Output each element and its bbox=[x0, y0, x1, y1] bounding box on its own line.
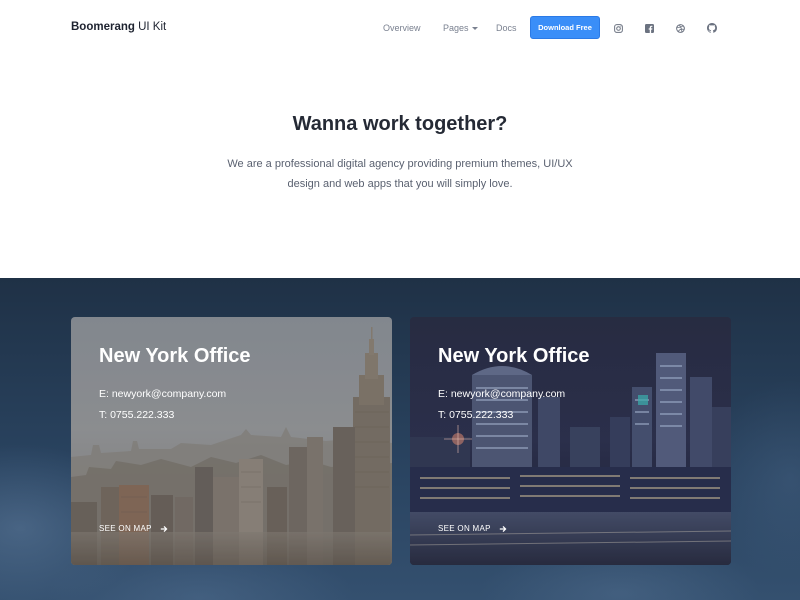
hero-description: We are a professional digital agency pro… bbox=[227, 158, 573, 190]
instagram-icon[interactable] bbox=[612, 22, 624, 34]
facebook-icon[interactable] bbox=[643, 22, 655, 34]
see-on-map-link[interactable]: SEE ON MAP bbox=[99, 524, 168, 533]
nav-pages-dropdown[interactable]: Pages bbox=[443, 23, 478, 33]
nav-docs[interactable]: Docs bbox=[496, 23, 517, 33]
office-phone: T: 0755.222.333 bbox=[438, 409, 514, 421]
office-phone: T: 0755.222.333 bbox=[99, 409, 175, 421]
nav-overview[interactable]: Overview bbox=[383, 23, 421, 33]
github-icon[interactable] bbox=[706, 22, 718, 34]
offices-section: New York Office E: newyork@company.com T… bbox=[0, 278, 800, 600]
office-title: New York Office bbox=[438, 345, 590, 367]
office-card[interactable]: New York Office E: newyork@company.com T… bbox=[410, 317, 731, 565]
dribbble-icon[interactable] bbox=[674, 22, 686, 34]
office-card[interactable]: New York Office E: newyork@company.com T… bbox=[71, 317, 392, 565]
nav-pages-label: Pages bbox=[443, 23, 469, 33]
see-on-map-label: SEE ON MAP bbox=[99, 524, 152, 533]
arrow-right-icon bbox=[160, 525, 168, 532]
see-on-map-label: SEE ON MAP bbox=[438, 524, 491, 533]
arrow-right-icon bbox=[499, 525, 507, 532]
download-free-button[interactable]: Download Free bbox=[530, 16, 600, 39]
caret-down-icon bbox=[471, 27, 478, 30]
navbar: Boomerang UI Kit Overview Pages Docs Dow… bbox=[0, 0, 800, 56]
hero-title: Wanna work together? bbox=[292, 113, 508, 135]
see-on-map-link[interactable]: SEE ON MAP bbox=[438, 524, 507, 533]
office-email: E: newyork@company.com bbox=[99, 388, 227, 400]
office-email: E: newyork@company.com bbox=[438, 388, 566, 400]
office-title: New York Office bbox=[99, 345, 251, 367]
brand-logo[interactable]: Boomerang UI Kit bbox=[71, 21, 166, 33]
